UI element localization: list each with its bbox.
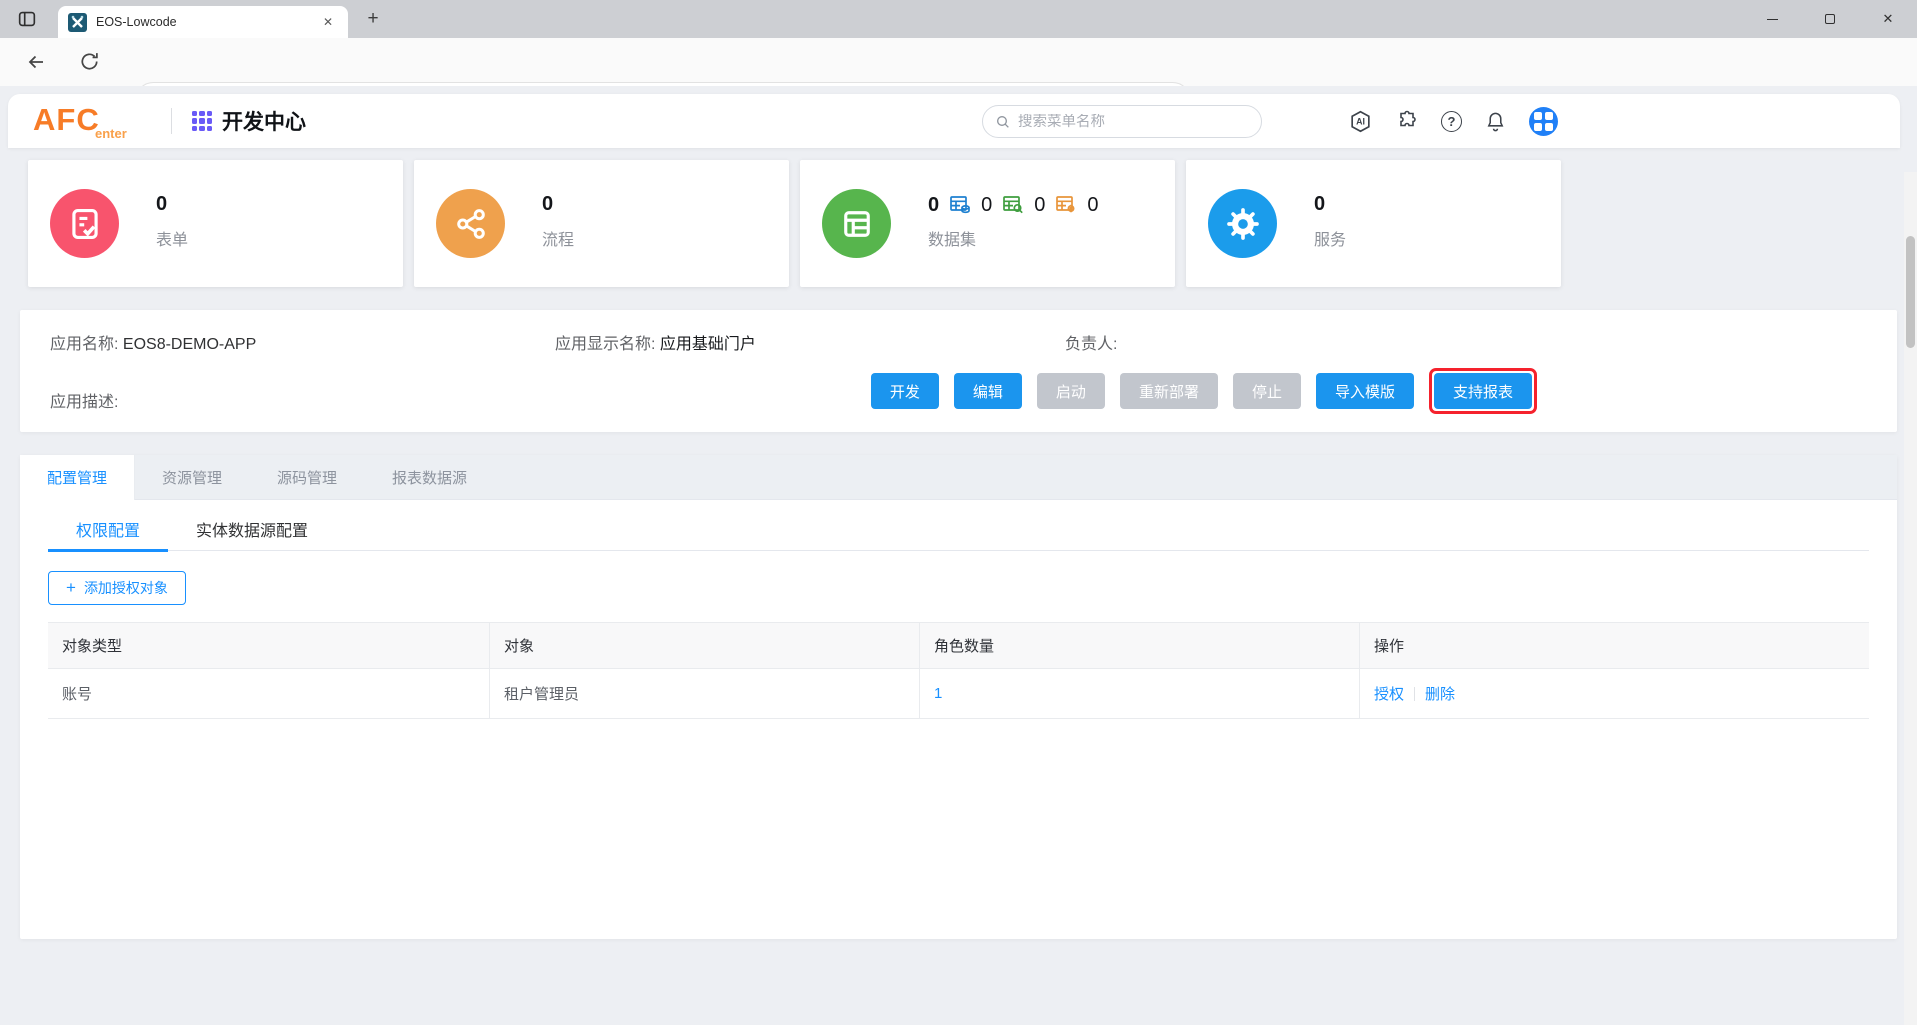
dataset-table-icon: [822, 189, 891, 258]
tab-close-icon[interactable]: ✕: [318, 12, 338, 32]
site-favicon-icon: [68, 13, 87, 32]
subtab-entity-datasource-config[interactable]: 实体数据源配置: [168, 513, 336, 551]
ai-assistant-icon[interactable]: AI: [1348, 109, 1373, 134]
app-desc-label: 应用描述:: [50, 388, 118, 412]
dataset-count: 0: [981, 194, 992, 217]
app-name-field: 应用名称: EOS8-DEMO-APP: [50, 330, 256, 354]
import-template-button[interactable]: 导入模版: [1316, 373, 1414, 409]
new-tab-button[interactable]: +: [360, 8, 386, 32]
page-scrollbar[interactable]: [1904, 172, 1917, 1025]
window-minimize-button[interactable]: [1743, 0, 1801, 38]
col-object: 对象: [490, 623, 920, 669]
stat-value: 0: [1314, 193, 1325, 216]
stat-card-services[interactable]: 0 服务: [1186, 160, 1561, 287]
service-gear-icon: [1208, 189, 1277, 258]
browser-tab-strip: EOS-Lowcode ✕ + ✕: [0, 0, 1917, 38]
app-info-panel: 应用名称: EOS8-DEMO-APP 应用显示名称: 应用基础门户 负责人: …: [20, 310, 1897, 432]
stat-label: 服务: [1314, 226, 1346, 250]
afcenter-logo[interactable]: AFC enter: [33, 102, 163, 142]
plugin-puzzle-icon[interactable]: [1395, 109, 1419, 133]
add-auth-object-button[interactable]: + 添加授权对象: [48, 571, 186, 605]
help-icon[interactable]: ?: [1441, 111, 1462, 132]
cell-object-type: 账号: [48, 669, 490, 719]
notification-bell-icon[interactable]: [1484, 110, 1507, 133]
stat-label: 数据集: [928, 226, 976, 250]
cell-object: 租户管理员: [490, 669, 920, 719]
dataset-count: 0: [928, 194, 939, 217]
col-object-type: 对象类型: [48, 623, 490, 669]
workspaces-icon[interactable]: [16, 8, 38, 30]
develop-button[interactable]: 开发: [871, 373, 939, 409]
tab-config-management[interactable]: 配置管理: [20, 455, 135, 500]
dataset-count: 0: [1034, 194, 1045, 217]
window-maximize-button[interactable]: [1801, 0, 1859, 38]
stat-label: 流程: [542, 226, 574, 250]
stat-card-datasets[interactable]: 0 0 0: [800, 160, 1175, 287]
subtab-permission-config[interactable]: 权限配置: [48, 513, 168, 551]
app-grid-icon[interactable]: [192, 111, 212, 131]
table-row: 账号 租户管理员 1 授权 删除: [48, 669, 1869, 719]
edit-button[interactable]: 编辑: [954, 373, 1022, 409]
window-close-button[interactable]: ✕: [1859, 0, 1917, 38]
tab-resource-management[interactable]: 资源管理: [135, 455, 250, 500]
stat-value: 0: [542, 193, 553, 216]
plus-icon: +: [66, 578, 76, 598]
dataset-config-icon: [1054, 193, 1078, 217]
auth-table: 对象类型 对象 角色数量 操作 账号 租户管理员 1 授权 删除: [48, 622, 1869, 719]
search-input[interactable]: [1018, 114, 1218, 130]
menu-search-box[interactable]: [982, 105, 1262, 138]
dataset-count: 0: [1087, 194, 1098, 217]
highlight-box: 支持报表: [1429, 368, 1537, 414]
scrollbar-thumb[interactable]: [1906, 236, 1915, 348]
management-panel: 配置管理 资源管理 源码管理 报表数据源 权限配置 实体数据源配置 + 添加授权…: [20, 455, 1897, 939]
page-content: AFC enter 开发中心 AI ?: [0, 86, 1917, 939]
tab-bar: 配置管理 资源管理 源码管理 报表数据源: [20, 455, 1897, 500]
refresh-icon[interactable]: [78, 50, 102, 74]
app-owner-field: 负责人:: [1065, 330, 1117, 354]
browser-toolbar: localhost:28079/#/dev_center/index aあ A: [0, 38, 1917, 86]
redeploy-button[interactable]: 重新部署: [1120, 373, 1218, 409]
col-actions: 操作: [1360, 623, 1869, 669]
role-count-link[interactable]: 1: [934, 685, 942, 702]
stat-card-forms[interactable]: 0 表单: [28, 160, 403, 287]
back-icon[interactable]: [24, 50, 48, 74]
cell-actions: 授权 删除: [1360, 669, 1869, 719]
support-report-button[interactable]: 支持报表: [1434, 373, 1532, 409]
app-header: AFC enter 开发中心 AI ?: [8, 94, 1900, 148]
table-header-row: 对象类型 对象 角色数量 操作: [48, 623, 1869, 669]
tab-report-datasource[interactable]: 报表数据源: [365, 455, 495, 500]
app-display-name-field: 应用显示名称: 应用基础门户: [555, 330, 756, 354]
authorize-link[interactable]: 授权: [1374, 683, 1404, 704]
header-divider: [171, 108, 172, 134]
sub-tab-bar: 权限配置 实体数据源配置: [48, 513, 1869, 551]
page-title: 开发中心: [222, 106, 306, 136]
user-avatar[interactable]: [1529, 107, 1558, 136]
delete-link[interactable]: 删除: [1425, 683, 1455, 704]
action-divider: [1414, 687, 1415, 701]
tab-title: EOS-Lowcode: [96, 15, 318, 29]
col-role-count: 角色数量: [920, 623, 1360, 669]
stat-label: 表单: [156, 226, 188, 250]
dataset-query-icon: [1001, 193, 1025, 217]
search-icon: [995, 114, 1011, 130]
dataset-db-icon: [948, 193, 972, 217]
stat-card-flows[interactable]: 0 流程: [414, 160, 789, 287]
form-icon: [50, 189, 119, 258]
svg-text:AI: AI: [1356, 116, 1365, 126]
tab-source-management[interactable]: 源码管理: [250, 455, 365, 500]
cell-role-count: 1: [920, 669, 1360, 719]
start-button[interactable]: 启动: [1037, 373, 1105, 409]
stop-button[interactable]: 停止: [1233, 373, 1301, 409]
flow-share-icon: [436, 189, 505, 258]
stat-value: 0: [156, 193, 167, 216]
browser-tab[interactable]: EOS-Lowcode ✕: [58, 6, 348, 38]
